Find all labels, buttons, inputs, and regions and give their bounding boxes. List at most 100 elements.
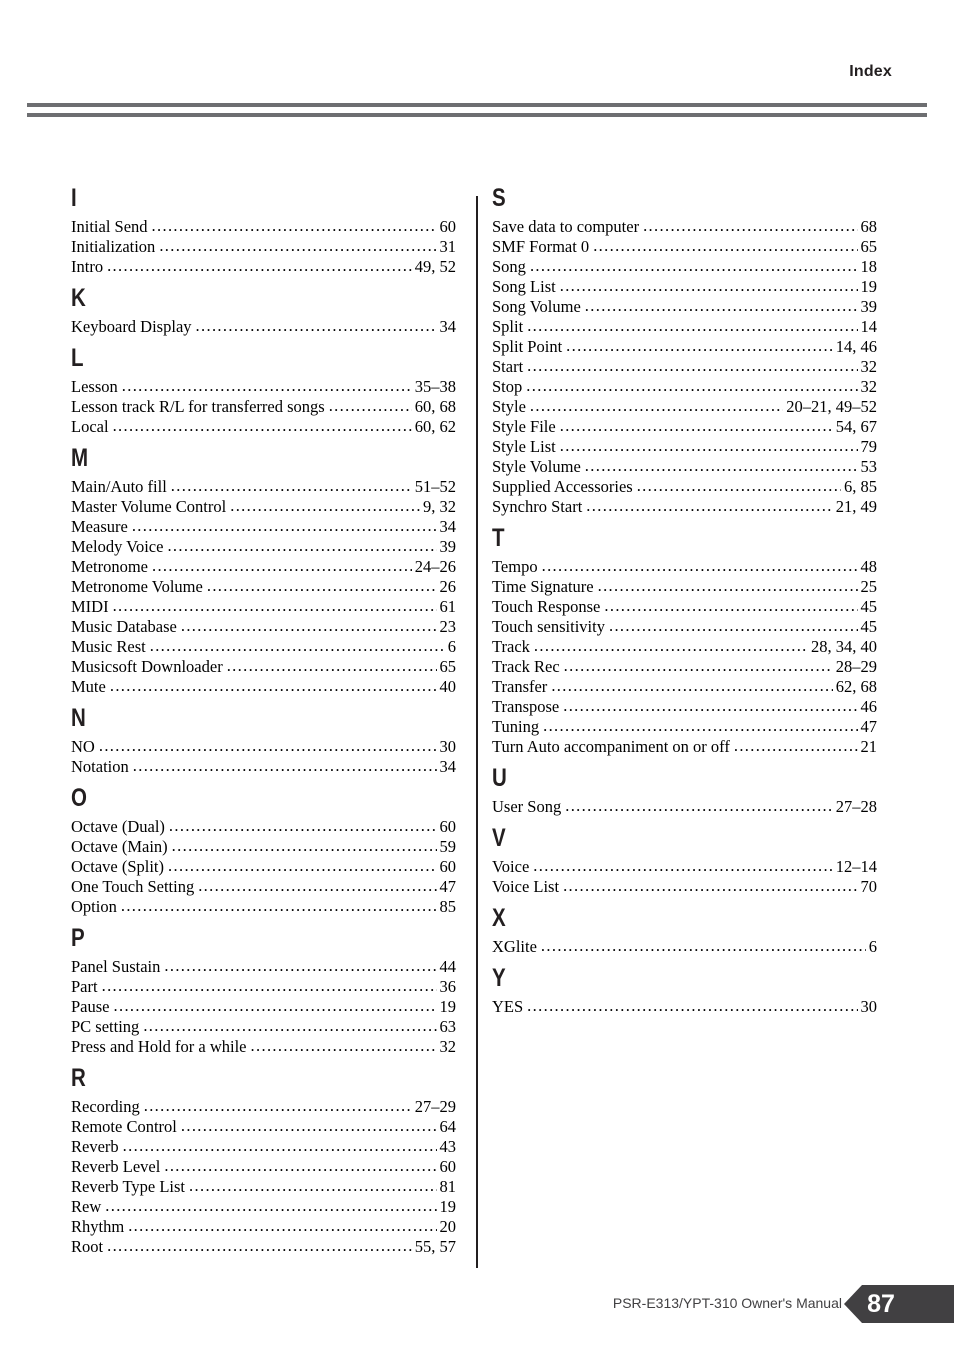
- index-entry[interactable]: Style File..............................…: [492, 417, 877, 437]
- index-entry[interactable]: Transfer................................…: [492, 677, 877, 697]
- index-entry-dot-leader: ........................................…: [168, 857, 437, 875]
- index-entry[interactable]: Rhythm..................................…: [71, 1217, 456, 1237]
- index-entry[interactable]: YES.....................................…: [492, 997, 877, 1017]
- index-entry-term: Root: [71, 1237, 104, 1256]
- index-entry-term: Panel Sustain: [71, 957, 161, 976]
- index-entry[interactable]: MIDI....................................…: [71, 597, 456, 617]
- index-entry-page-number: 32: [860, 377, 878, 396]
- section-letter-heading: R: [71, 1064, 86, 1092]
- index-entry[interactable]: Part....................................…: [71, 977, 456, 997]
- index-entry-term: Song List: [492, 277, 556, 296]
- index-entry[interactable]: Track...................................…: [492, 637, 877, 657]
- index-entry[interactable]: Voice List..............................…: [492, 877, 877, 897]
- index-entry[interactable]: Notation................................…: [71, 757, 456, 777]
- index-entry[interactable]: Supplied Accessories....................…: [492, 477, 877, 497]
- index-entry[interactable]: Song List...............................…: [492, 277, 877, 297]
- index-entry[interactable]: Reverb Level............................…: [71, 1157, 456, 1177]
- index-entry[interactable]: Lesson track R/L for transferred songs..…: [71, 397, 456, 417]
- index-entry[interactable]: Split Point.............................…: [492, 337, 877, 357]
- index-entry-term: Rhythm: [71, 1217, 125, 1236]
- index-entry[interactable]: Tuning..................................…: [492, 717, 877, 737]
- index-entry[interactable]: Melody Voice............................…: [71, 537, 456, 557]
- index-entry[interactable]: Recording...............................…: [71, 1097, 456, 1117]
- index-entry[interactable]: Root....................................…: [71, 1237, 456, 1257]
- index-entry-page-number: 32: [860, 357, 878, 376]
- index-entry[interactable]: Octave (Dual)...........................…: [71, 817, 456, 837]
- index-entry[interactable]: Press and Hold for a while..............…: [71, 1037, 456, 1057]
- index-entry-dot-leader: ........................................…: [151, 557, 412, 575]
- index-entry[interactable]: Measure.................................…: [71, 517, 456, 537]
- index-entry[interactable]: Style List..............................…: [492, 437, 877, 457]
- index-entry[interactable]: Transpose...............................…: [492, 697, 877, 717]
- index-entry[interactable]: Turn Auto accompaniment on or off.......…: [492, 737, 877, 757]
- index-entry[interactable]: Reverb..................................…: [71, 1137, 456, 1157]
- index-entry[interactable]: Main/Auto fill..........................…: [71, 477, 456, 497]
- index-entry[interactable]: Octave (Split)..........................…: [71, 857, 456, 877]
- index-entry[interactable]: Remote Control..........................…: [71, 1117, 456, 1137]
- index-entry[interactable]: Style Volume............................…: [492, 457, 877, 477]
- section-entry-list: Save data to computer...................…: [492, 217, 877, 517]
- index-entry-term: MIDI: [71, 597, 109, 616]
- index-entry[interactable]: PC setting..............................…: [71, 1017, 456, 1037]
- index-entry[interactable]: Start...................................…: [492, 357, 877, 377]
- index-entry-dot-leader: ........................................…: [563, 877, 857, 895]
- index-entry-term: Mute: [71, 677, 106, 696]
- index-entry[interactable]: Master Volume Control...................…: [71, 497, 456, 517]
- index-entry[interactable]: Lesson..................................…: [71, 377, 456, 397]
- index-entry[interactable]: Reverb Type List........................…: [71, 1177, 456, 1197]
- index-entry[interactable]: Initial Send............................…: [71, 217, 456, 237]
- index-entry[interactable]: Touch sensitivity.......................…: [492, 617, 877, 637]
- index-entry[interactable]: Octave (Main)...........................…: [71, 837, 456, 857]
- index-entry-term: Recording: [71, 1097, 140, 1116]
- index-entry[interactable]: Local...................................…: [71, 417, 456, 437]
- index-entry[interactable]: User Song...............................…: [492, 797, 877, 817]
- index-entry[interactable]: Track Rec...............................…: [492, 657, 877, 677]
- index-entry-dot-leader: ........................................…: [541, 557, 858, 575]
- index-entry[interactable]: Option..................................…: [71, 897, 456, 917]
- index-entry-page-number: 6, 85: [844, 477, 877, 496]
- index-entry-term: SMF Format 0: [492, 237, 590, 256]
- index-entry[interactable]: SMF Format 0............................…: [492, 237, 877, 257]
- index-entry[interactable]: Rew.....................................…: [71, 1197, 456, 1217]
- index-entry-term: Remote Control: [71, 1117, 177, 1136]
- index-entry[interactable]: Song....................................…: [492, 257, 877, 277]
- index-entry[interactable]: Touch Response..........................…: [492, 597, 877, 617]
- index-entry[interactable]: Musicsoft Downloader....................…: [71, 657, 456, 677]
- index-entry[interactable]: Style...................................…: [492, 397, 877, 417]
- index-entry[interactable]: Metronome...............................…: [71, 557, 456, 577]
- index-entry-term: Measure: [71, 517, 128, 536]
- index-entry[interactable]: Split...................................…: [492, 317, 877, 337]
- index-entry[interactable]: Mute....................................…: [71, 677, 456, 697]
- index-entry[interactable]: Time Signature..........................…: [492, 577, 877, 597]
- index-entry[interactable]: Pause...................................…: [71, 997, 456, 1017]
- index-entry-page-number: 20: [439, 1217, 457, 1236]
- index-entry-page-number: 39: [439, 537, 457, 556]
- index-entry-term: YES: [492, 997, 524, 1016]
- index-entry-term: Song: [492, 257, 526, 276]
- index-entry-dot-leader: ........................................…: [608, 617, 858, 635]
- index-entry[interactable]: Metronome Volume........................…: [71, 577, 456, 597]
- index-entry[interactable]: Synchro Start...........................…: [492, 497, 877, 517]
- index-entry[interactable]: Voice...................................…: [492, 857, 877, 877]
- index-entry[interactable]: Music Database..........................…: [71, 617, 456, 637]
- index-entry[interactable]: One Touch Setting.......................…: [71, 877, 456, 897]
- index-entry-term: Reverb: [71, 1137, 119, 1156]
- index-entry[interactable]: XGlite..................................…: [492, 937, 877, 957]
- index-entry[interactable]: Music Rest..............................…: [71, 637, 456, 657]
- index-entry-term: Supplied Accessories: [492, 477, 633, 496]
- index-entry[interactable]: Save data to computer...................…: [492, 217, 877, 237]
- index-entry-term: Reverb Type List: [71, 1177, 186, 1196]
- index-entry[interactable]: Song Volume.............................…: [492, 297, 877, 317]
- index-entry[interactable]: Panel Sustain...........................…: [71, 957, 456, 977]
- section-letter-heading: O: [71, 784, 87, 812]
- index-entry[interactable]: Tempo...................................…: [492, 557, 877, 577]
- index-entry-dot-leader: ........................................…: [250, 1037, 437, 1055]
- index-entry[interactable]: Stop....................................…: [492, 377, 877, 397]
- index-entry-dot-leader: ........................................…: [543, 717, 857, 735]
- index-entry[interactable]: NO......................................…: [71, 737, 456, 757]
- index-entry-page-number: 24–26: [414, 557, 456, 576]
- index-entry[interactable]: Keyboard Display........................…: [71, 317, 456, 337]
- index-entry-page-number: 47: [860, 717, 878, 736]
- index-entry[interactable]: Initialization..........................…: [71, 237, 456, 257]
- index-entry[interactable]: Intro...................................…: [71, 257, 456, 277]
